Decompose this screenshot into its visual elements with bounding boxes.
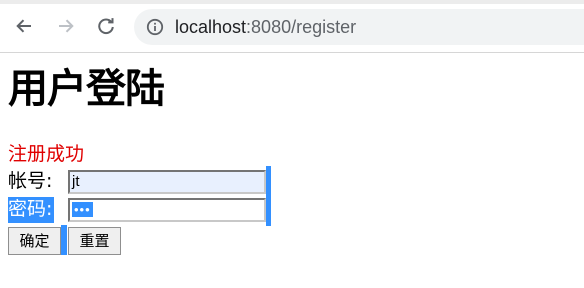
account-value: jt: [72, 173, 80, 190]
page-title: 用户登陆: [8, 66, 165, 112]
account-label: 帐号:: [8, 170, 53, 192]
reset-button[interactable]: 重置: [68, 227, 121, 255]
password-value: •••: [72, 202, 93, 217]
selection-highlight-left: [61, 225, 67, 255]
tab-strip-edge: [0, 0, 584, 4]
site-info-icon[interactable]: [146, 18, 164, 36]
submit-button[interactable]: 确定: [8, 227, 61, 255]
password-label: 密码:: [8, 197, 55, 223]
password-input[interactable]: •••: [68, 198, 266, 222]
url-path: :8080/register: [246, 17, 357, 37]
address-bar[interactable]: localhost:8080/register: [134, 9, 584, 45]
url-host: localhost: [175, 17, 247, 37]
url-text[interactable]: localhost:8080/register: [175, 15, 356, 39]
back-arrow-icon[interactable]: [12, 14, 36, 38]
forward-arrow-icon[interactable]: [54, 14, 78, 38]
account-input[interactable]: jt: [68, 170, 266, 194]
page-content: 用户登陆 注册成功 帐号: jt 密码: ••• 确定 重置: [0, 53, 584, 288]
reload-icon[interactable]: [94, 14, 118, 38]
browser-toolbar: localhost:8080/register: [0, 0, 584, 53]
selection-highlight-right: [266, 166, 271, 226]
status-message: 注册成功: [8, 143, 85, 165]
